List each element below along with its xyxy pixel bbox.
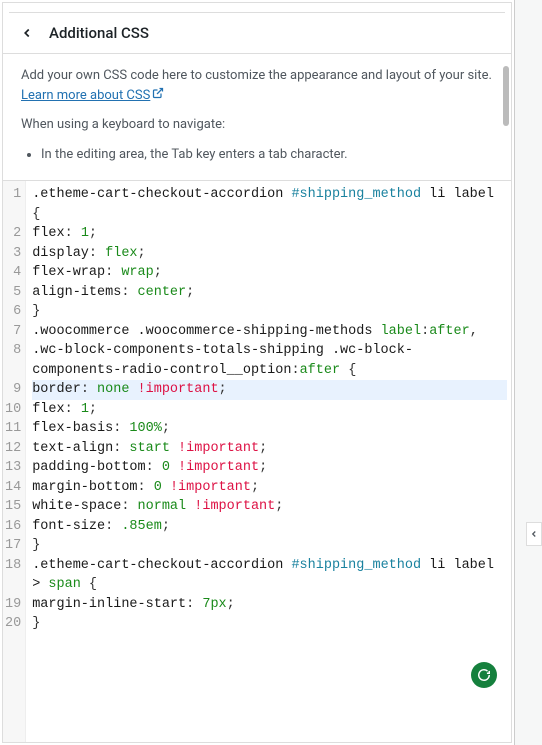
back-button[interactable] <box>17 23 37 43</box>
line-number: 13 <box>5 458 21 478</box>
line-number: 20 <box>5 614 21 634</box>
code-line[interactable]: .etheme-cart-checkout-accordion #shippin… <box>32 185 507 205</box>
code-line[interactable]: border: none !important; <box>32 380 507 400</box>
learn-more-link[interactable]: Learn more about CSS <box>21 88 164 103</box>
intro-text: Add your own CSS code here to customize … <box>21 68 492 83</box>
code-line[interactable]: .woocommerce .woocommerce-shipping-metho… <box>32 322 507 342</box>
panel-collapse-handle[interactable] <box>526 522 542 546</box>
code-line[interactable]: padding-bottom: 0 !important; <box>32 458 507 478</box>
chevron-left-icon <box>20 26 34 40</box>
line-number: 6 <box>5 302 21 322</box>
code-line[interactable]: margin-bottom: 0 !important; <box>32 478 507 498</box>
line-number <box>5 205 21 225</box>
line-number: 16 <box>5 517 21 537</box>
line-number: 5 <box>5 283 21 303</box>
code-line[interactable]: white-space: normal !important; <box>32 497 507 517</box>
code-line[interactable]: } <box>32 536 507 556</box>
line-number <box>5 575 21 595</box>
line-number <box>5 361 21 381</box>
link-text: Learn more about CSS <box>21 88 150 103</box>
line-number: 19 <box>5 595 21 615</box>
line-number: 18 <box>5 556 21 576</box>
code-line[interactable]: font-size: .85em; <box>32 517 507 537</box>
line-number: 4 <box>5 263 21 283</box>
code-line[interactable]: components-radio-control__option:after { <box>32 361 507 381</box>
line-number: 3 <box>5 244 21 264</box>
line-number: 1 <box>5 185 21 205</box>
code-content[interactable]: .etheme-cart-checkout-accordion #shippin… <box>26 181 511 742</box>
code-line[interactable]: > span { <box>32 575 507 595</box>
description-list: In the editing area, the Tab key enters … <box>21 145 493 165</box>
code-line[interactable]: { <box>32 205 507 225</box>
code-line[interactable]: .etheme-cart-checkout-accordion #shippin… <box>32 556 507 576</box>
line-number: 11 <box>5 419 21 439</box>
grammarly-icon <box>477 668 491 682</box>
section-title: Additional CSS <box>49 24 149 42</box>
code-line[interactable]: flex: 1; <box>32 224 507 244</box>
line-number: 10 <box>5 400 21 420</box>
code-line[interactable]: align-items: center; <box>32 283 507 303</box>
chevron-left-icon <box>529 529 539 539</box>
section-header: Additional CSS <box>3 13 511 54</box>
line-number: 17 <box>5 536 21 556</box>
line-number: 14 <box>5 478 21 498</box>
code-line[interactable]: display: flex; <box>32 244 507 264</box>
grammarly-fab[interactable] <box>471 662 497 688</box>
code-line[interactable]: text-align: start !important; <box>32 439 507 459</box>
line-number: 2 <box>5 224 21 244</box>
top-border <box>9 3 505 13</box>
css-code-editor[interactable]: 1234567891011121314151617181920 .etheme-… <box>3 181 511 742</box>
customizer-panel: Additional CSS Add your own CSS code her… <box>2 2 512 743</box>
line-number: 12 <box>5 439 21 459</box>
section-description: Add your own CSS code here to customize … <box>3 54 511 181</box>
code-line[interactable]: flex: 1; <box>32 400 507 420</box>
code-line[interactable]: } <box>32 302 507 322</box>
line-number-gutter: 1234567891011121314151617181920 <box>3 181 26 742</box>
code-line[interactable]: flex-basis: 100%; <box>32 419 507 439</box>
description-paragraph: Add your own CSS code here to customize … <box>21 66 493 105</box>
list-item: In the editing area, the Tab key enters … <box>41 145 493 165</box>
code-line[interactable]: flex-wrap: wrap; <box>32 263 507 283</box>
line-number: 7 <box>5 322 21 342</box>
description-scrollbar[interactable] <box>503 66 509 126</box>
line-number: 15 <box>5 497 21 517</box>
line-number: 8 <box>5 341 21 361</box>
line-number: 9 <box>5 380 21 400</box>
code-line[interactable]: } <box>32 614 507 634</box>
keyboard-intro: When using a keyboard to navigate: <box>21 115 493 135</box>
code-line[interactable]: .wc-block-components-totals-shipping .wc… <box>32 341 507 361</box>
code-line[interactable]: margin-inline-start: 7px; <box>32 595 507 615</box>
external-link-icon <box>152 86 164 106</box>
preview-area <box>514 0 542 745</box>
